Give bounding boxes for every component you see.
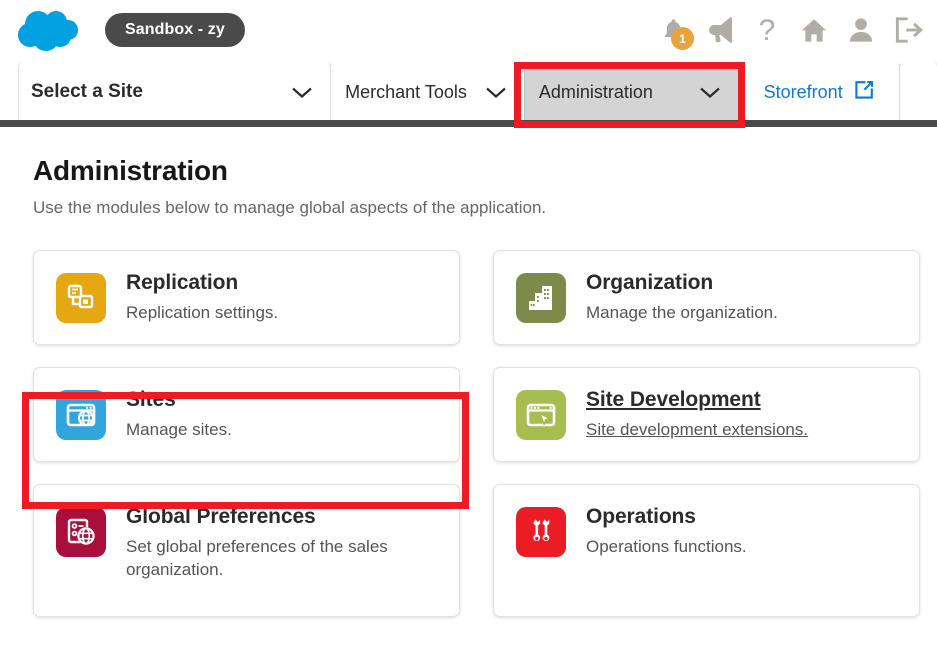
application-window: Sandbox - zy 1 ? Select a Site Merchant … [0, 0, 937, 666]
module-card-text: Sites Manage sites. [126, 387, 232, 441]
module-card-text: Replication Replication settings. [126, 270, 278, 324]
sandbox-label: Sandbox - zy [125, 21, 225, 38]
module-title: Sites [126, 388, 176, 411]
tab-administration-label: Administration [538, 81, 653, 102]
module-card-sites[interactable]: Sites Manage sites. [33, 367, 460, 462]
module-card-text: Global Preferences Set global preference… [126, 504, 436, 582]
module-description: Operations functions. [586, 536, 747, 556]
primary-navigation: Select a Site Merchant Tools Administrat… [0, 62, 937, 122]
module-title: Site Development [586, 388, 761, 411]
module-card-grid: Replication Replication settings. Organi… [33, 250, 923, 617]
sandbox-badge: Sandbox - zy [105, 13, 245, 47]
module-card-text: Organization Manage the organization. [586, 270, 778, 324]
module-description: Manage sites. [126, 419, 232, 439]
logout-icon[interactable] [891, 11, 925, 49]
tab-administration[interactable]: Administration [523, 62, 739, 122]
chevron-down-icon [273, 86, 313, 99]
megaphone-announcements-icon[interactable] [703, 11, 737, 49]
module-title: Organization [586, 271, 714, 294]
module-title: Operations [586, 505, 696, 528]
module-description: Manage the organization. [586, 302, 778, 322]
chevron-down-icon [681, 86, 721, 99]
module-title: Global Preferences [126, 505, 316, 528]
global-preferences-icon [56, 507, 106, 557]
global-header: Sandbox - zy 1 ? [0, 0, 937, 62]
header-icon-group: 1 ? [656, 6, 925, 54]
administration-page: Administration Use the modules below to … [0, 122, 937, 617]
tab-merchant-tools-label: Merchant Tools [345, 81, 467, 102]
sites-globe-window-icon [56, 390, 106, 440]
external-link-icon [854, 80, 874, 105]
module-description: Set global preferences of the sales orga… [126, 536, 388, 580]
site-selector-dropdown[interactable]: Select a Site [18, 62, 332, 122]
module-card-text: Site Development Site development extens… [586, 387, 808, 441]
cloud-logo[interactable] [14, 8, 86, 54]
operations-wrench-icon [516, 507, 566, 557]
module-card-text: Operations Operations functions. [586, 504, 747, 558]
replication-icon [56, 273, 106, 323]
user-account-icon[interactable] [844, 11, 878, 49]
module-card-organization[interactable]: Organization Manage the organization. [493, 250, 920, 345]
notifications-bell-icon[interactable]: 1 [656, 11, 694, 50]
module-card-operations[interactable]: Operations Operations functions. [493, 484, 920, 617]
svg-text:?: ? [759, 15, 776, 45]
module-description: Replication settings. [126, 302, 279, 322]
home-icon[interactable] [797, 11, 831, 49]
module-card-site-development[interactable]: Site Development Site development extens… [493, 367, 920, 462]
page-subtitle: Use the modules below to manage global a… [33, 198, 547, 217]
site-selector-label: Select a Site [31, 81, 143, 102]
tab-storefront-label: Storefront [763, 81, 843, 102]
module-title: Replication [126, 271, 239, 294]
notification-count-badge: 1 [671, 27, 694, 50]
tab-overflow[interactable] [898, 62, 937, 122]
tab-storefront-link[interactable]: Storefront [737, 62, 900, 122]
module-description: Site development extensions. [586, 419, 809, 439]
page-title: Administration [33, 155, 228, 186]
module-card-replication[interactable]: Replication Replication settings. [33, 250, 460, 345]
organization-building-icon [516, 273, 566, 323]
tab-merchant-tools[interactable]: Merchant Tools [330, 62, 525, 122]
chevron-down-icon [467, 86, 507, 99]
help-question-icon[interactable]: ? [750, 11, 784, 49]
module-card-global-preferences[interactable]: Global Preferences Set global preference… [33, 484, 460, 617]
site-development-cursor-window-icon [516, 390, 566, 440]
